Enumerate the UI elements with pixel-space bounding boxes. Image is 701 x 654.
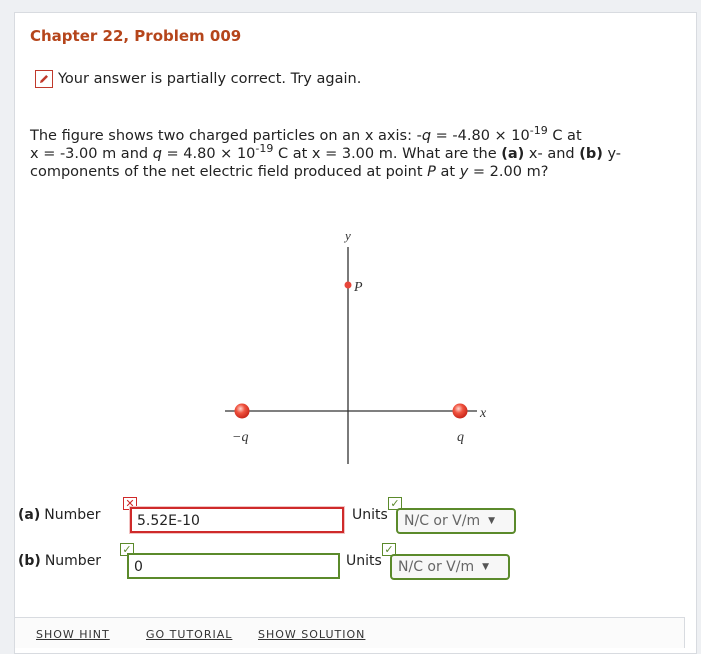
dropdown-caret-icon: ▼ (482, 562, 490, 572)
answer-a-number-input[interactable]: 5.52E-10 (130, 507, 344, 533)
problem-statement: The figure shows two charged particles o… (30, 124, 685, 181)
answer-a-number-label: Number (44, 507, 101, 523)
problem-text: P (427, 164, 436, 180)
problem-exponent: -19 (255, 142, 274, 156)
negative-charge-label: −q (232, 430, 248, 445)
negative-charge (234, 403, 250, 419)
problem-exponent: -19 (529, 124, 548, 138)
answer-a-units-value: N/C or V/m (404, 513, 481, 529)
edit-pencil-icon (35, 70, 53, 88)
problem-text: C at x = 3.00 m. What are the (273, 146, 502, 162)
answer-b-number-label: Number (44, 553, 102, 569)
point-p-marker (344, 281, 352, 289)
answer-b-units-value: N/C or V/m (398, 559, 475, 575)
point-p-label: P (353, 280, 363, 295)
answer-a-letter: (a) (18, 507, 41, 523)
problem-text: q (152, 146, 162, 162)
problem-text: q (421, 128, 432, 144)
problem-text: = 4.80 × 10 (161, 146, 256, 162)
status-text: Your answer is partially correct. Try ag… (58, 71, 362, 87)
problem-text: The figure shows two charged particles o… (30, 128, 422, 144)
answer-b-units-select[interactable]: N/C or V/m ▼ (390, 554, 510, 580)
problem-text: = -4.80 × 10 (431, 128, 530, 144)
answer-a-units-label: Units (352, 507, 388, 523)
answer-a-label: (a) Number (18, 507, 101, 523)
problem-text: x- and (524, 146, 580, 162)
x-axis-label: x (479, 406, 487, 421)
part-b-label: (b) (579, 146, 603, 162)
problem-text: components of the net electric field pro… (30, 164, 428, 180)
problem-text: x = -3.00 m and (30, 146, 153, 162)
dropdown-caret-icon: ▼ (488, 516, 496, 526)
answer-b-letter: (b) (18, 553, 41, 569)
part-a-label: (a) (501, 146, 525, 162)
answer-b-number-input[interactable]: 0 (127, 553, 340, 579)
y-axis-label: y (343, 231, 351, 243)
problem-title: Chapter 22, Problem 009 (30, 27, 242, 45)
charge-figure: y x P −q q (225, 231, 487, 464)
problem-text: at (435, 164, 460, 180)
problem-text: y- (602, 146, 622, 162)
answer-b-label: (b) Number (18, 553, 101, 569)
answer-b-units-label: Units (346, 553, 382, 569)
problem-text: = 2.00 m? (468, 164, 549, 180)
positive-charge (452, 403, 468, 419)
answer-a-units-select[interactable]: N/C or V/m ▼ (396, 508, 516, 534)
status-message: Your answer is partially correct. Try ag… (35, 69, 361, 89)
problem-text: C at (547, 128, 582, 144)
positive-charge-label: q (457, 430, 464, 445)
